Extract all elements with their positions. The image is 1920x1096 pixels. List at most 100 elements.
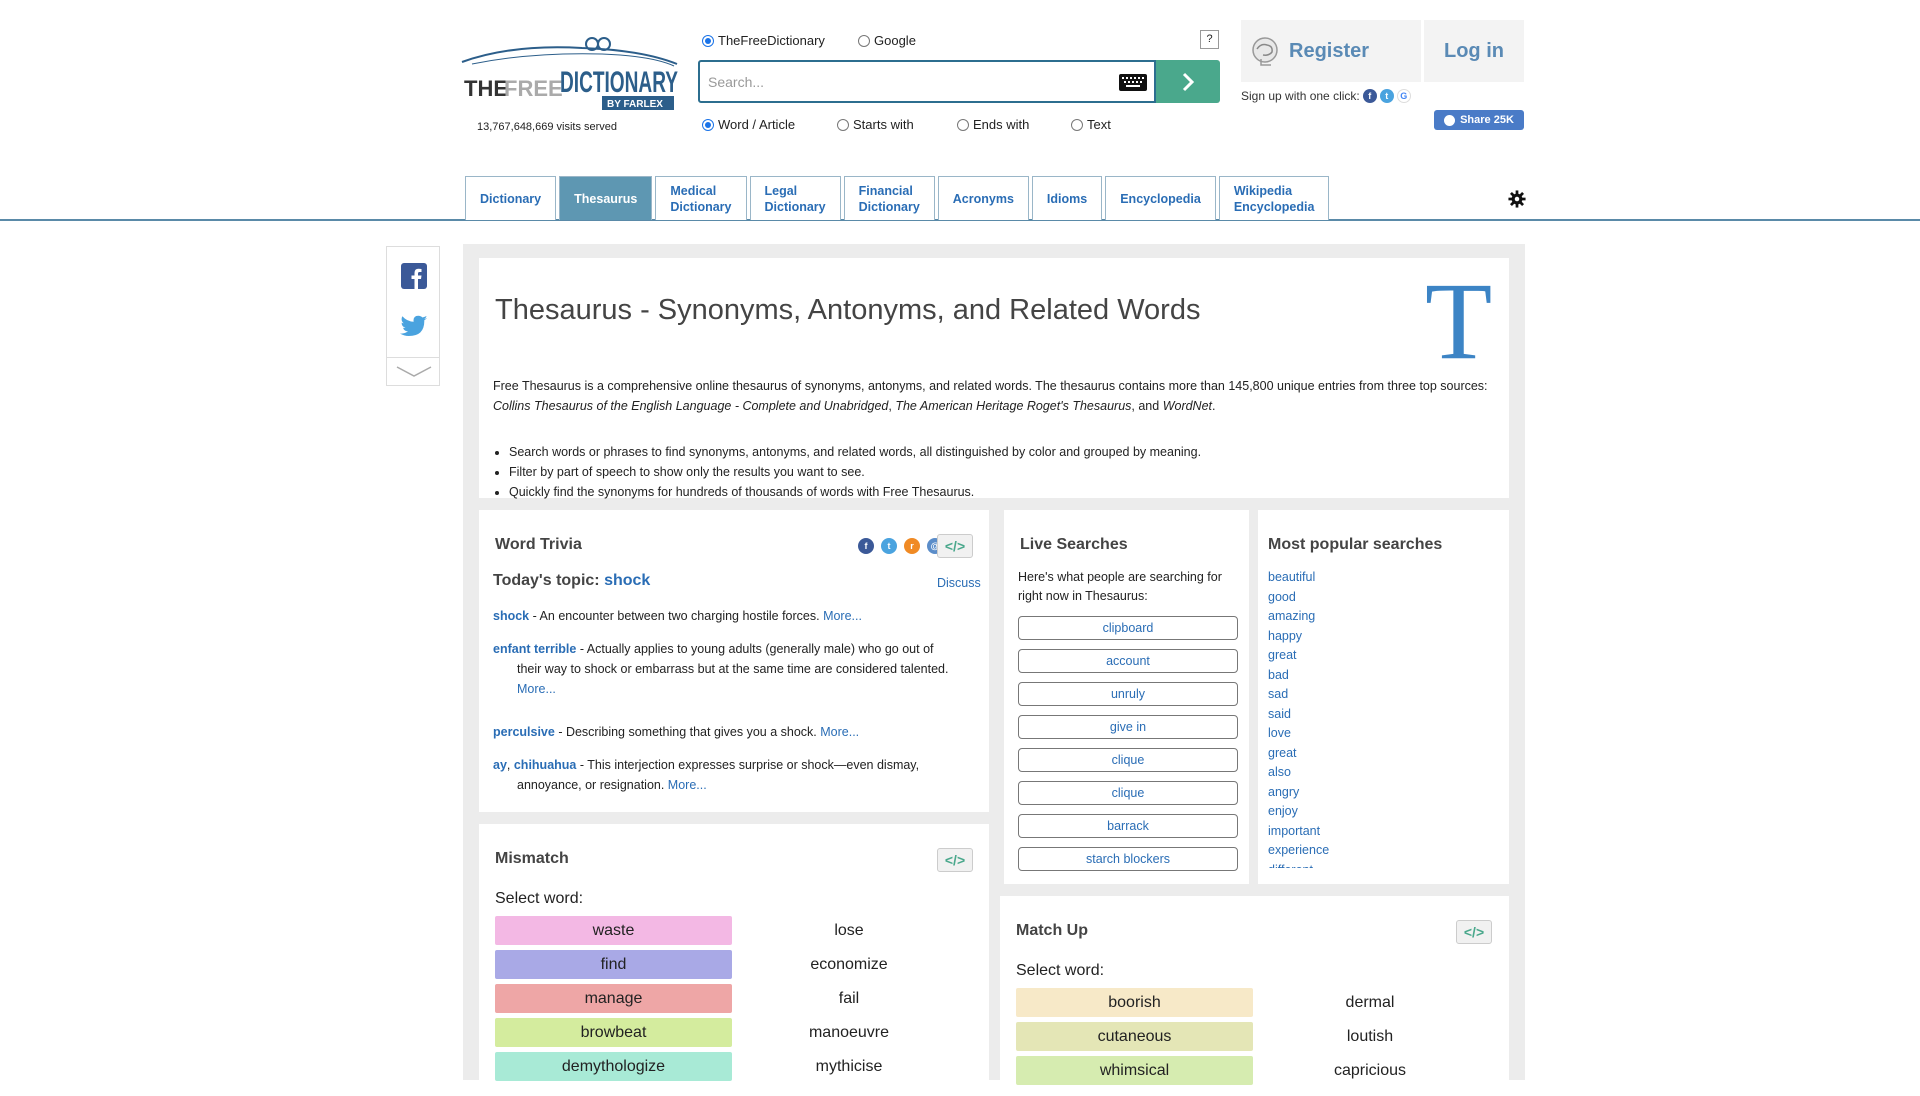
live-search-item[interactable]: barrack: [1018, 814, 1238, 838]
mismatch-word-option[interactable]: find: [495, 950, 732, 979]
popular-search-link[interactable]: beautiful: [1268, 568, 1488, 588]
tab-financial-dictionary[interactable]: Financial Dictionary: [843, 176, 935, 220]
mismatch-target-word[interactable]: manoeuvre: [749, 1018, 949, 1047]
tab-encyclopedia[interactable]: Encyclopedia: [1105, 176, 1216, 220]
match-up-word-option[interactable]: whimsical: [1016, 1056, 1253, 1085]
mode-label: Ends with: [973, 117, 1030, 132]
tab-dictionary[interactable]: Dictionary: [465, 176, 557, 220]
embed-code-button[interactable]: </>: [937, 848, 973, 872]
tab-legal-dictionary[interactable]: Legal Dictionary: [749, 176, 841, 220]
embed-code-button[interactable]: </>: [1456, 920, 1492, 944]
tab-medical-dictionary[interactable]: Medical Dictionary: [655, 176, 747, 220]
match-up-word-option[interactable]: boorish: [1016, 988, 1253, 1017]
mismatch-target-word[interactable]: fail: [749, 984, 949, 1013]
topic-word-link[interactable]: shock: [604, 572, 650, 589]
mismatch-word-option[interactable]: waste: [495, 916, 732, 945]
trivia-word-link[interactable]: enfant terrible: [493, 642, 576, 656]
register-button[interactable]: Register: [1241, 20, 1421, 82]
live-search-item[interactable]: clique: [1018, 781, 1238, 805]
facebook-icon[interactable]: [401, 263, 427, 289]
select-word-label: Select word:: [1016, 962, 1105, 979]
live-search-item[interactable]: clique: [1018, 748, 1238, 772]
login-button[interactable]: Log in: [1424, 20, 1524, 82]
popular-search-link[interactable]: also: [1268, 763, 1488, 783]
mode-text[interactable]: Text: [1071, 117, 1111, 132]
popular-search-link[interactable]: different: [1268, 861, 1488, 869]
popular-search-link[interactable]: said: [1268, 705, 1488, 725]
popular-search-link[interactable]: enjoy: [1268, 802, 1488, 822]
mode-starts-with[interactable]: Starts with: [837, 117, 914, 132]
mismatch-target-word[interactable]: economize: [749, 950, 949, 979]
radio-icon[interactable]: [957, 118, 969, 131]
mismatch-target-word[interactable]: lose: [749, 916, 949, 945]
tab-wikipedia-encyclopedia[interactable]: Wikipedia Encyclopedia: [1218, 176, 1330, 220]
discuss-link[interactable]: Discuss: [937, 576, 981, 590]
radio-checked-icon[interactable]: [702, 34, 714, 47]
twitter-icon[interactable]: t: [1379, 89, 1394, 103]
popular-search-link[interactable]: bad: [1268, 666, 1488, 686]
embed-code-button[interactable]: </>: [937, 534, 973, 558]
match-up-word-option[interactable]: cutaneous: [1016, 1022, 1253, 1051]
popular-search-link[interactable]: happy: [1268, 627, 1488, 647]
search-input[interactable]: [708, 71, 1088, 93]
popular-search-link[interactable]: good: [1268, 588, 1488, 608]
trivia-word-link[interactable]: ay: [493, 758, 507, 772]
tab-idioms[interactable]: Idioms: [1031, 176, 1103, 220]
radio-icon[interactable]: [837, 118, 849, 131]
facebook-share-button[interactable]: Share 25K: [1434, 110, 1524, 130]
match-up-target-word[interactable]: loutish: [1270, 1022, 1470, 1051]
trivia-word-link[interactable]: chihuahua: [514, 758, 577, 772]
popular-search-link[interactable]: experience: [1268, 841, 1488, 861]
popular-search-link[interactable]: amazing: [1268, 607, 1488, 627]
popular-searches-card: Most popular searches beautiful good ama…: [1258, 510, 1509, 884]
login-label: Log in: [1444, 39, 1504, 62]
match-up-target-word[interactable]: dermal: [1270, 988, 1470, 1017]
trivia-word-link[interactable]: shock: [493, 609, 529, 623]
facebook-icon[interactable]: f: [1362, 89, 1377, 103]
radio-icon[interactable]: [858, 34, 870, 47]
chevron-down-icon[interactable]: [395, 365, 433, 379]
mismatch-target-word[interactable]: mythicise: [749, 1052, 949, 1081]
thefreedictionary-logo[interactable]: THE FREE DICTIONARY BY FARLEX: [452, 34, 682, 114]
radio-checked-icon[interactable]: [702, 118, 714, 131]
twitter-icon[interactable]: [400, 315, 428, 339]
mode-ends-with[interactable]: Ends with: [957, 117, 1029, 132]
popular-searches-list[interactable]: beautiful good amazing happy great bad s…: [1268, 568, 1488, 868]
search-box[interactable]: [698, 60, 1156, 103]
radio-icon[interactable]: [1071, 118, 1083, 131]
keyboard-icon[interactable]: [1119, 74, 1147, 91]
twitter-icon[interactable]: t: [881, 538, 897, 554]
more-link[interactable]: More...: [668, 778, 707, 792]
popular-search-link[interactable]: sad: [1268, 685, 1488, 705]
match-up-target-word[interactable]: capricious: [1270, 1056, 1470, 1085]
mismatch-word-option[interactable]: browbeat: [495, 1018, 732, 1047]
mismatch-word-option[interactable]: manage: [495, 984, 732, 1013]
tab-acronyms[interactable]: Acronyms: [937, 176, 1029, 220]
rss-icon[interactable]: r: [904, 538, 920, 554]
popular-search-link[interactable]: great: [1268, 646, 1488, 666]
live-search-item[interactable]: clipboard: [1018, 616, 1238, 640]
help-button[interactable]: ?: [1200, 30, 1219, 49]
trivia-word-link[interactable]: perculsive: [493, 725, 555, 739]
popular-search-link[interactable]: angry: [1268, 783, 1488, 803]
live-search-item[interactable]: account: [1018, 649, 1238, 673]
google-icon[interactable]: G: [1396, 89, 1411, 103]
popular-search-link[interactable]: important: [1268, 822, 1488, 842]
facebook-icon[interactable]: f: [858, 538, 874, 554]
tab-thesaurus[interactable]: Thesaurus: [559, 176, 653, 220]
more-link[interactable]: More...: [823, 609, 862, 623]
live-search-item[interactable]: unruly: [1018, 682, 1238, 706]
search-button[interactable]: [1156, 60, 1220, 103]
live-search-item[interactable]: starch blockers: [1018, 847, 1238, 871]
popular-search-link[interactable]: love: [1268, 724, 1488, 744]
popular-search-link[interactable]: great: [1268, 744, 1488, 764]
more-link[interactable]: More...: [517, 682, 556, 696]
mismatch-word-option[interactable]: demythologize: [495, 1052, 732, 1081]
gear-icon[interactable]: [1508, 190, 1526, 208]
list-item: Filter by part of speech to show only th…: [509, 462, 1201, 482]
source-radio-google[interactable]: Google: [858, 33, 916, 48]
live-search-item[interactable]: give in: [1018, 715, 1238, 739]
mode-word-article[interactable]: Word / Article: [702, 117, 795, 132]
more-link[interactable]: More...: [820, 725, 859, 739]
source-radio-tfd[interactable]: TheFreeDictionary: [702, 33, 825, 48]
